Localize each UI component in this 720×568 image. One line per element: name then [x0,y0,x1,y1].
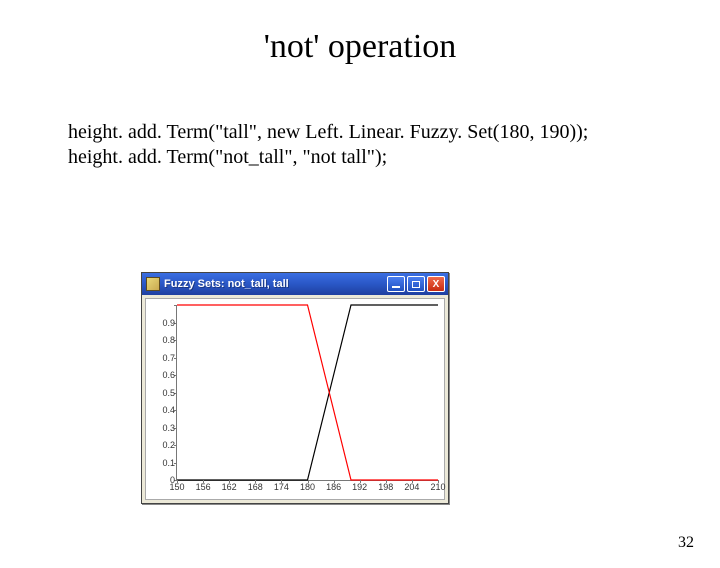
x-tick-label: 192 [352,482,367,492]
fuzzy-sets-window: Fuzzy Sets: not_tall, tall X 00.10.20.30… [141,272,449,504]
y-tick-label: 0.1 [162,458,175,468]
window-title: Fuzzy Sets: not_tall, tall [164,278,289,290]
chart-svg [177,305,438,480]
code-line-1: height. add. Term("tall", new Left. Line… [68,120,720,145]
y-tick-label: 0.8 [162,335,175,345]
slide-title: 'not' operation [0,28,720,66]
chart-area: 00.10.20.30.40.50.60.70.80.9150156162168… [145,298,445,500]
x-tick-label: 156 [196,482,211,492]
x-tick-label: 168 [248,482,263,492]
x-tick-label: 180 [300,482,315,492]
app-icon [146,277,160,291]
y-tick-label: 0.9 [162,318,175,328]
close-button[interactable]: X [427,276,445,292]
y-tick [174,305,177,306]
y-tick-label: 0.4 [162,405,175,415]
maximize-button[interactable] [407,276,425,292]
code-block: height. add. Term("tall", new Left. Line… [68,120,720,170]
x-tick-label: 174 [274,482,289,492]
y-tick-label: 0.3 [162,423,175,433]
series-tall [177,305,438,480]
close-icon: X [433,279,440,290]
x-tick-label: 198 [378,482,393,492]
chart-plot: 00.10.20.30.40.50.60.70.80.9150156162168… [176,305,438,481]
x-tick-label: 162 [222,482,237,492]
code-line-2: height. add. Term("not_tall", "not tall"… [68,145,720,170]
page-number: 32 [678,534,694,552]
window-titlebar: Fuzzy Sets: not_tall, tall X [142,273,448,295]
minimize-button[interactable] [387,276,405,292]
y-tick-label: 0.5 [162,388,175,398]
x-tick-label: 204 [404,482,419,492]
y-tick-label: 0.6 [162,370,175,380]
y-tick-label: 0.7 [162,353,175,363]
x-tick-label: 186 [326,482,341,492]
window-buttons: X [387,276,445,292]
x-tick-label: 210 [430,482,445,492]
x-tick-label: 150 [169,482,184,492]
y-tick-label: 0.2 [162,440,175,450]
series-not_tall [177,305,438,480]
